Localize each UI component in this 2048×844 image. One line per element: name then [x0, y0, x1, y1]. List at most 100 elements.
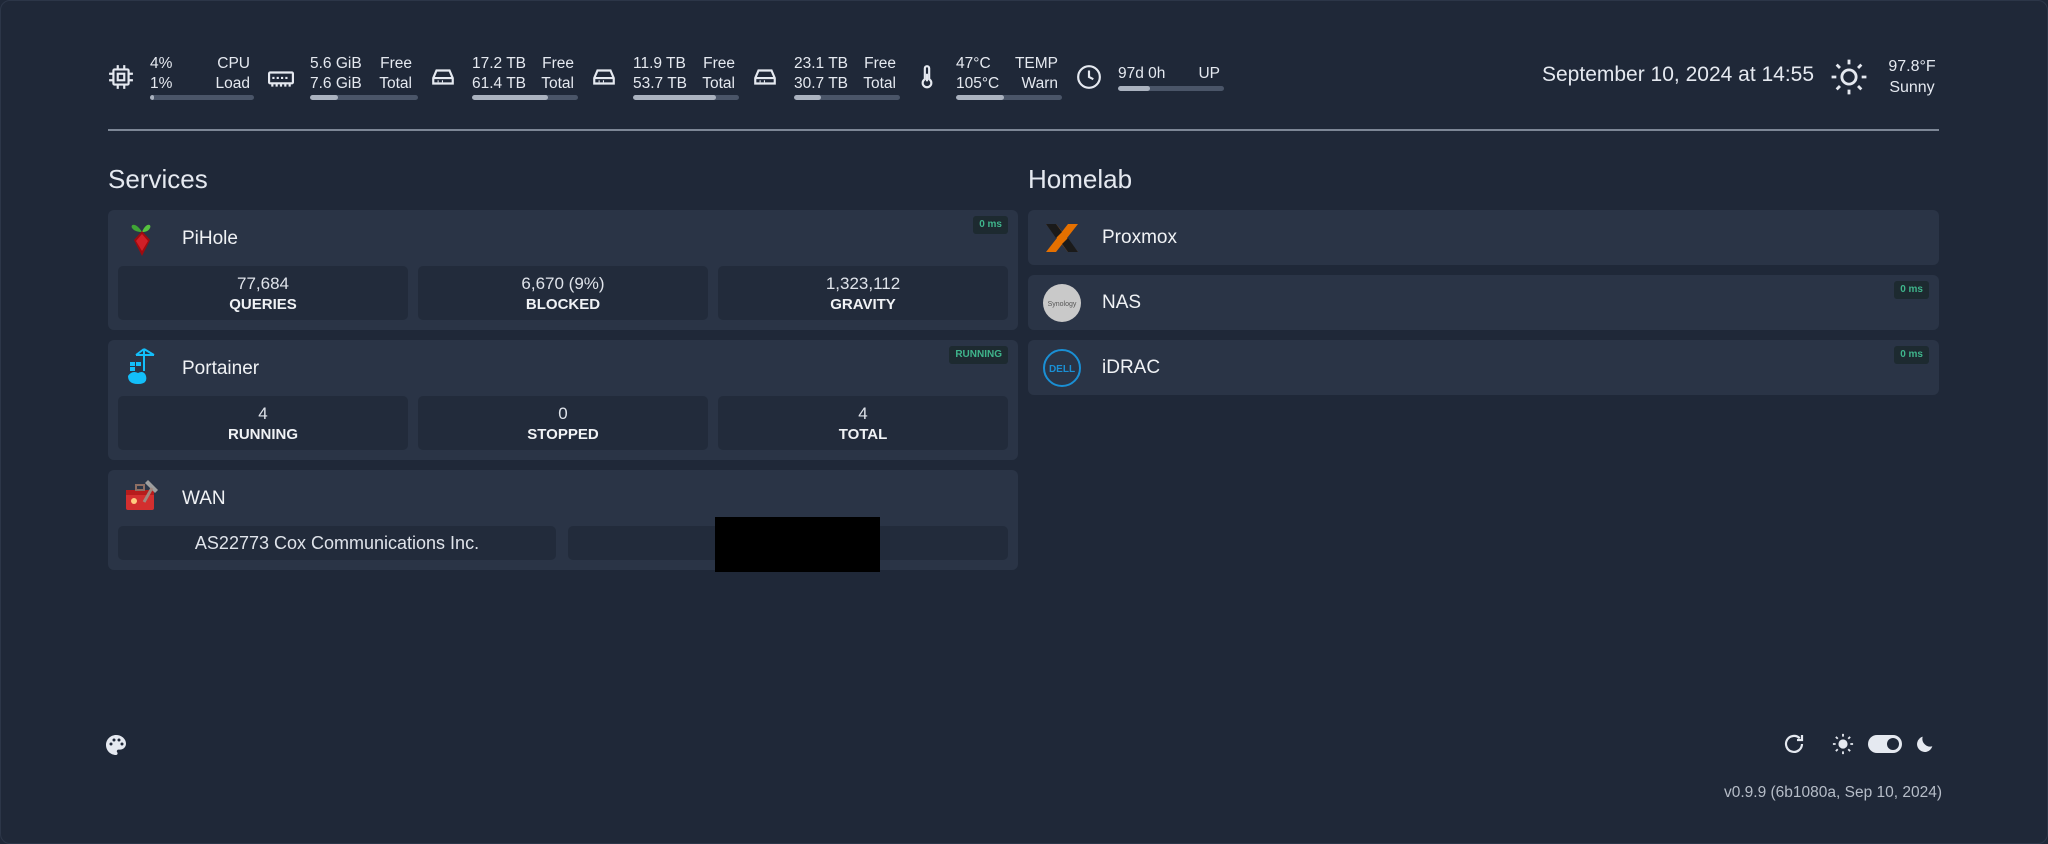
temperature-widget: 47°C 105°C TEMP Warn [914, 54, 1064, 104]
weather-widget: 97.8°F Sunny [1882, 56, 1942, 98]
memory-total: 7.6 GiB [310, 75, 362, 92]
total-label: Total [863, 75, 896, 92]
stat-blocked: 6,670 (9%) BLOCKED [418, 266, 708, 320]
load-label: Load [215, 75, 250, 92]
ping-badge: 0 ms [1894, 346, 1929, 364]
homelab-title: Homelab [1028, 164, 1133, 194]
total-label: Total [379, 75, 412, 92]
stat-gravity: 1,323,112 GRAVITY [718, 266, 1008, 320]
uptime-value: 97d 0h [1118, 65, 1166, 82]
free-label: Free [542, 55, 574, 72]
refresh-icon[interactable] [1782, 732, 1806, 756]
homelab-card-proxmox[interactable]: Proxmox [1028, 210, 1939, 265]
stat-value: 77,684 [237, 274, 289, 293]
cpu-label: CPU [217, 55, 250, 72]
proxmox-logo-icon [1046, 224, 1078, 252]
stat-value: 4 [258, 404, 268, 423]
cpu-load: 1% [150, 75, 173, 92]
temp-current: 47°C [956, 55, 991, 72]
pihole-logo-icon [131, 224, 151, 256]
clock-icon [1077, 65, 1101, 89]
portainer-logo-icon [128, 348, 155, 384]
memory-free: 5.6 GiB [310, 55, 362, 72]
wan-name: WAN [182, 488, 226, 509]
free-label: Free [703, 55, 735, 72]
memory-bar [310, 95, 418, 100]
service-card-portainer[interactable]: Portainer RUNNING 4 RUNNING 0 STOPPED 4 … [108, 340, 1018, 460]
hard-drive-icon [432, 69, 454, 85]
disk2-free: 11.9 TB [633, 55, 686, 72]
uptime-bar [1118, 86, 1224, 91]
homelab-card-nas[interactable]: Synology NAS 0 ms [1028, 275, 1939, 330]
free-label: Free [380, 55, 412, 72]
uptime-widget: 97d 0h UP [1076, 54, 1226, 104]
stat-label: QUERIES [229, 296, 297, 313]
stat-value: 4 [858, 404, 868, 423]
svg-text:Synology: Synology [1048, 301, 1077, 308]
total-label: Total [541, 75, 574, 92]
disk-widget-2: 11.9 TB 53.7 TB Free Total [591, 54, 741, 104]
weather-condition: Sunny [1889, 79, 1935, 96]
nas-name: NAS [1102, 292, 1142, 313]
cpu-widget: 4% 1% CPU Load [108, 54, 254, 104]
disk1-free: 17.2 TB [472, 55, 527, 72]
memory-widget: 5.6 GiB 7.6 GiB Free Total [268, 54, 418, 104]
stat-running: 4 RUNNING [118, 396, 408, 450]
weather-temperature: 97.8°F [1888, 58, 1936, 75]
header-divider [108, 129, 1939, 131]
pihole-name: PiHole [182, 228, 238, 249]
toggle-knob [1887, 738, 1899, 750]
theme-toggle[interactable] [1868, 735, 1902, 753]
stat-label: RUNNING [228, 426, 298, 443]
warn-label: Warn [1021, 75, 1058, 92]
total-label: Total [702, 75, 735, 92]
disk3-free: 23.1 TB [794, 55, 849, 72]
ping-badge: 0 ms [973, 216, 1008, 234]
stat-total: 4 TOTAL [718, 396, 1008, 450]
disk-widget-3: 23.1 TB 30.7 TB Free Total [752, 54, 902, 104]
status-badge: RUNNING [949, 346, 1008, 364]
cpu-bar [150, 95, 254, 100]
moon-icon [1917, 736, 1933, 752]
synology-logo-icon: Synology [1043, 284, 1081, 322]
idrac-name: iDRAC [1102, 357, 1161, 378]
stat-label: BLOCKED [525, 296, 601, 313]
thermometer-icon [921, 65, 933, 89]
homelab-card-idrac[interactable]: DELL iDRAC 0 ms [1028, 340, 1939, 395]
hard-drive-icon [754, 69, 776, 85]
hard-drive-icon [593, 69, 615, 85]
service-card-wan[interactable]: WAN AS22773 Cox Communications Inc. [108, 470, 1018, 570]
stat-label: STOPPED [527, 426, 599, 443]
stat-stopped: 0 STOPPED [418, 396, 708, 450]
toolbox-icon [126, 480, 158, 510]
stat-label: GRAVITY [830, 296, 896, 313]
redaction-block [715, 517, 880, 572]
memory-icon [268, 71, 294, 87]
disk1-bar [472, 95, 578, 100]
services-title: Services [108, 164, 208, 194]
disk2-total: 53.7 TB [633, 75, 688, 92]
portainer-name: Portainer [182, 358, 260, 379]
disk2-bar [633, 95, 739, 100]
stat-value: 0 [558, 404, 568, 423]
disk-widget-1: 17.2 TB 61.4 TB Free Total [430, 54, 580, 104]
service-card-pihole[interactable]: PiHole 0 ms 77,684 QUERIES 6,670 (9%) BL… [108, 210, 1018, 330]
dell-logo-icon: DELL [1043, 349, 1081, 387]
sun-icon [1831, 59, 1867, 95]
disk1-total: 61.4 TB [472, 75, 527, 92]
uptime-label: UP [1198, 65, 1220, 82]
version-label: v0.9.9 (6b1080a, Sep 10, 2024) [1723, 784, 1942, 801]
wan-isp: AS22773 Cox Communications Inc. [118, 526, 556, 560]
proxmox-name: Proxmox [1102, 227, 1177, 248]
stat-label: TOTAL [838, 426, 888, 443]
svg-text:DELL: DELL [1049, 364, 1075, 375]
cpu-icon [109, 65, 133, 89]
free-label: Free [864, 55, 896, 72]
palette-icon[interactable] [104, 733, 128, 757]
disk3-total: 30.7 TB [794, 75, 849, 92]
ping-badge: 0 ms [1894, 281, 1929, 299]
temp-bar [956, 95, 1062, 100]
stat-value: 1,323,112 [825, 274, 901, 293]
stat-value: 6,670 (9%) [521, 274, 605, 293]
disk3-bar [794, 95, 900, 100]
